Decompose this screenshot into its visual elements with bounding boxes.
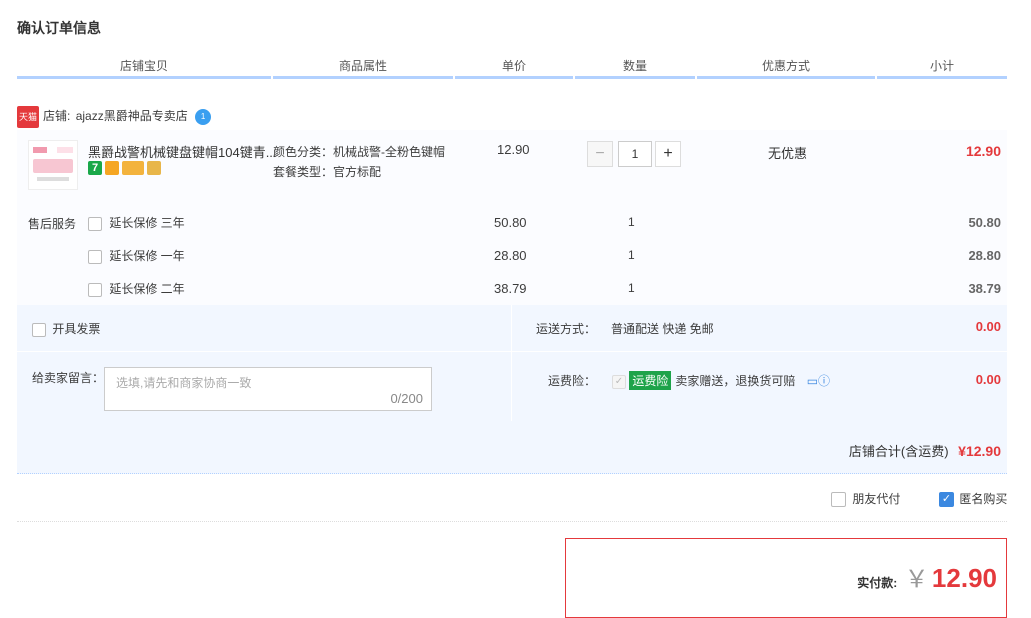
decrease-button[interactable]: −: [587, 141, 613, 167]
shop-line: 天猫 店铺: ajazz黑爵神品专卖店 1: [17, 106, 212, 128]
warranty-3y-checkbox[interactable]: [88, 216, 102, 231]
friend-pay-checkbox[interactable]: [831, 492, 846, 508]
col-attributes: 商品属性: [273, 56, 453, 79]
warranty-2y-subtotal: 38.79: [968, 281, 1001, 296]
shipping-amount: 0.00: [975, 319, 1001, 334]
service-icons: 7: [88, 160, 164, 175]
divider: [17, 521, 1007, 522]
table-header: 店铺宝贝 商品属性 单价 数量 优惠方式 小计: [17, 56, 1007, 79]
insurance-checkbox: ✓: [612, 374, 626, 389]
insurance-amount: 0.00: [975, 372, 1001, 387]
warranty-1y-price: 28.80: [494, 248, 527, 263]
message-input[interactable]: 选填,请先和商家协商一致 0/200: [104, 367, 432, 411]
col-unit-price: 单价: [455, 56, 573, 79]
warranty-2y-price: 38.79: [494, 281, 527, 296]
shop-total-value: ¥12.90: [958, 443, 1001, 459]
payment-summary-box: 实付款: ￥ 12.90: [565, 538, 1007, 618]
anonymous-checkbox[interactable]: ✓: [939, 492, 954, 508]
pay-label: 实付款:: [857, 576, 898, 590]
warranty-1y-qty: 1: [628, 248, 635, 262]
insurance-option: ✓ 运费险 卖家赠送，退换货可赔 ▭ⓘ: [612, 371, 830, 390]
warranty-2y-qty: 1: [628, 281, 635, 295]
warranty-1y-subtotal: 28.80: [968, 248, 1001, 263]
warranty-option-3y[interactable]: 延长保修 三年: [88, 214, 185, 231]
quantity-input[interactable]: 1: [618, 141, 652, 167]
warranty-3y-qty: 1: [628, 215, 635, 229]
guarantee-icon[interactable]: [105, 160, 119, 175]
increase-button[interactable]: +: [655, 141, 681, 167]
col-shop-item: 店铺宝贝: [17, 56, 271, 79]
friend-pay-option[interactable]: 朋友代付: [831, 490, 900, 508]
warranty-3y-subtotal: 50.80: [968, 215, 1001, 230]
tmall-badge: 天猫: [17, 106, 40, 128]
warranty-option-2y[interactable]: 延长保修 二年: [88, 280, 185, 297]
shipping-method[interactable]: 普通配送 快递 免邮: [611, 320, 714, 337]
page-title: 确认订单信息: [17, 20, 101, 36]
currency-symbol: ￥: [904, 566, 929, 593]
item-subtotal: 12.90: [965, 143, 1001, 159]
invoice-option[interactable]: 开具发票: [32, 320, 100, 337]
col-quantity: 数量: [575, 56, 695, 79]
divider: [512, 351, 1007, 352]
product-attr-color: 颜色分类：机械战警-全粉色键帽: [273, 145, 445, 159]
info-icon[interactable]: ▭ⓘ: [807, 374, 830, 388]
after-sales-label: 售后服务: [28, 217, 77, 231]
shop-name[interactable]: ajazz黑爵神品专卖店: [76, 109, 188, 123]
insurance-label: 运费险：: [548, 374, 597, 388]
message-label: 给卖家留言：: [32, 371, 105, 385]
shop-label: 店铺:: [43, 109, 71, 124]
product-thumbnail[interactable]: [28, 140, 78, 190]
invoice-checkbox[interactable]: [32, 322, 46, 337]
unit-price: 12.90: [497, 142, 530, 157]
col-discount: 优惠方式: [697, 56, 875, 79]
shop-total-label: 店铺合计(含运费): [848, 444, 949, 459]
installment-icon[interactable]: [147, 160, 161, 175]
product-attr-package: 套餐类型：官方标配: [273, 165, 382, 179]
anonymous-option[interactable]: ✓ 匿名购买: [939, 490, 1007, 508]
insurance-badge: 运费险: [629, 371, 672, 390]
discount-value: 无优惠: [768, 146, 808, 161]
chat-icon[interactable]: 1: [195, 109, 212, 125]
shipping-label: 运送方式：: [536, 322, 597, 336]
warranty-2y-checkbox[interactable]: [88, 282, 102, 297]
warranty-3y-price: 50.80: [494, 215, 527, 230]
product-name[interactable]: 黑爵战警机械键盘键帽104键青...: [88, 142, 277, 161]
divider: [511, 305, 512, 421]
message-counter: 0/200: [390, 391, 423, 406]
seven-day-return-icon[interactable]: 7: [88, 160, 102, 175]
insurance-text: 卖家赠送，退换货可赔: [675, 374, 796, 388]
divider: [17, 351, 511, 352]
warranty-1y-checkbox[interactable]: [88, 249, 102, 264]
credit-card-icon[interactable]: [122, 160, 144, 175]
message-placeholder: 选填,请先和商家协商一致: [116, 376, 252, 390]
shop-total: 店铺合计(含运费) ¥12.90: [849, 441, 1001, 460]
payment-total: 实付款: ￥ 12.90: [857, 559, 997, 594]
pay-amount: 12.90: [931, 563, 997, 593]
col-subtotal: 小计: [877, 56, 1007, 79]
warranty-option-1y[interactable]: 延长保修 一年: [88, 247, 185, 264]
